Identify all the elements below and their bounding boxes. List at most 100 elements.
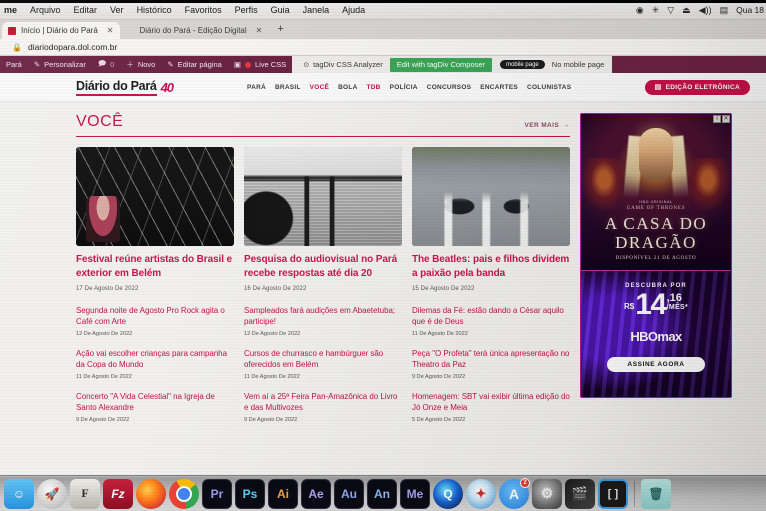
dock-icon-filezilla[interactable]: Fz: [103, 478, 133, 509]
menu-item-ajuda[interactable]: Ajuda: [342, 5, 365, 15]
tab-close-icon[interactable]: ✕: [107, 26, 114, 35]
list-item-title: Cursos de churrasco e hambúrguer são ofe…: [244, 349, 384, 369]
browser-tab-1[interactable]: Início | Diário do Pará ✕: [2, 22, 121, 39]
article-thumbnail[interactable]: [76, 147, 234, 246]
record-icon[interactable]: ◉: [636, 5, 644, 15]
nav-item-bola[interactable]: BOLA: [338, 84, 357, 91]
list-item[interactable]: Homenagem: SBT vai exibir última edição …: [412, 391, 570, 423]
nav-item-voce[interactable]: VOCÊ: [310, 84, 329, 91]
dock-icon-animate[interactable]: An: [367, 478, 397, 509]
dock-icon-audition[interactable]: Au: [334, 478, 364, 509]
nav-item-colunistas[interactable]: COLUNISTAS: [527, 84, 571, 91]
menu-item-ver[interactable]: Ver: [110, 5, 124, 15]
dock-icon-final-cut-pro[interactable]: 🎬: [565, 478, 595, 509]
nav-item-concursos[interactable]: CONCURSOS: [427, 84, 472, 91]
admin-bar-site-name[interactable]: Pará: [0, 56, 28, 73]
hbo-max-advertisement[interactable]: i ✕ HBO ORIGINAL GAME OF THRONES A CASA …: [580, 113, 732, 398]
menu-item-editar[interactable]: Editar: [74, 5, 98, 15]
ad-price-main: 14: [635, 288, 667, 321]
gear-icon: ⊙: [303, 61, 310, 69]
dock-icon-app-store[interactable]: A 2: [499, 477, 530, 509]
admin-bar-customize[interactable]: ✎ Personalizar: [28, 56, 92, 73]
bluetooth-icon[interactable]: ✳: [652, 5, 660, 15]
edicao-eletronica-button[interactable]: ▤ EDIÇÃO ELETRÔNICA: [644, 79, 750, 95]
admin-bar-comments[interactable]: 🗩 0: [92, 56, 121, 73]
admin-bar-edit-page[interactable]: ✎ Editar página: [161, 56, 228, 73]
menu-item-favoritos[interactable]: Favoritos: [185, 5, 222, 15]
new-tab-button[interactable]: +: [269, 21, 289, 39]
dock-icon-finder[interactable]: ☺: [4, 478, 34, 509]
eject-icon[interactable]: ⏏: [682, 5, 691, 15]
info-icon[interactable]: i: [713, 115, 721, 123]
featured-card-1-title: Festival reúne artistas do Brasil e exte…: [76, 254, 233, 279]
newspaper-icon: ▤: [654, 84, 662, 91]
nav-item-para[interactable]: PARÁ: [247, 84, 266, 91]
menu-item-arquivo[interactable]: Arquivo: [30, 5, 61, 15]
list-item-date: 9 De Agosto De 2022: [412, 374, 466, 380]
dock-icon-quark[interactable]: Q: [433, 478, 463, 509]
nav-item-brasil[interactable]: BRASIL: [275, 84, 301, 91]
article-thumbnail[interactable]: [412, 147, 570, 246]
close-icon[interactable]: ✕: [722, 115, 730, 123]
article-thumbnail[interactable]: [244, 147, 402, 246]
list-item[interactable]: Cursos de churrasco e hambúrguer são ofe…: [244, 348, 402, 380]
dock-icon-illustrator[interactable]: Ai: [268, 478, 298, 509]
list-item[interactable]: Vem aí a 25ª Feira Pan-Amazônica do Livr…: [244, 391, 402, 423]
featured-card-2[interactable]: Pesquisa do audiovisual no Pará recebe r…: [244, 147, 402, 292]
nav-item-policia[interactable]: POLÍCIA: [390, 84, 418, 91]
menu-item-historico[interactable]: Histórico: [137, 5, 172, 15]
menu-item-janela[interactable]: Janela: [303, 5, 330, 15]
list-item[interactable]: Peça "O Profeta" terá única apresentação…: [412, 348, 570, 380]
menu-item-guia[interactable]: Guia: [271, 5, 290, 15]
see-more-link[interactable]: VER MAIS →: [524, 122, 570, 131]
list-item[interactable]: Ação vai escolher crianças para campanha…: [76, 348, 234, 380]
pencil-icon: ✎: [33, 60, 41, 69]
wifi-icon[interactable]: ▽: [667, 5, 674, 15]
dock-icon-font-book[interactable]: F: [70, 478, 100, 509]
rocket-icon: 🚀: [44, 486, 60, 501]
dock-icon-launchpad[interactable]: 🚀: [37, 478, 67, 509]
tab-close-icon[interactable]: ✕: [256, 26, 263, 35]
list-item[interactable]: Concerto "A Vida Celestial" na Igreja de…: [76, 391, 234, 423]
featured-card-1[interactable]: Festival reúne artistas do Brasil e exte…: [76, 147, 234, 292]
featured-card-2-title: Pesquisa do audiovisual no Pará recebe r…: [244, 254, 398, 279]
list-item-title: Ação vai escolher crianças para campanha…: [76, 349, 227, 369]
dock-icon-photoshop[interactable]: Ps: [235, 478, 265, 509]
dock-icon-media-encoder[interactable]: Me: [400, 478, 430, 509]
dock-icon-firefox[interactable]: [136, 478, 166, 509]
list-item[interactable]: Dilemas da Fé: estão dando a César aquil…: [412, 305, 570, 337]
app-store-icon: A: [508, 485, 520, 502]
admin-bar-new[interactable]: ＋ Novo: [120, 56, 161, 73]
site-logo[interactable]: Diário do Pará 40: [76, 79, 174, 96]
list-item-date: 11 De Agosto De 2022: [244, 374, 300, 380]
volume-icon[interactable]: ◀)): [699, 5, 712, 15]
dock-icon-system-preferences[interactable]: ⚙: [532, 478, 562, 509]
menu-app-name[interactable]: me: [4, 5, 17, 15]
dock-icon-google-chrome[interactable]: [169, 478, 199, 509]
input-source-icon[interactable]: ▤: [720, 5, 729, 15]
macos-menu-bar: me Arquivo Editar Ver Histórico Favorito…: [0, 0, 766, 20]
dock-icon-premiere-pro[interactable]: Pr: [202, 478, 232, 509]
featured-card-3[interactable]: The Beatles: pais e filhos dividem a pai…: [412, 147, 570, 292]
tagdiv-composer-button[interactable]: Edit with tagDiv Composer: [389, 57, 493, 72]
list-item[interactable]: Sampleados fará audições em Abaetetuba; …: [244, 305, 402, 337]
menu-bar-clock[interactable]: Qua 18: [736, 5, 764, 15]
dock-icon-safari[interactable]: ✦: [466, 478, 496, 509]
ad-price-cents: ,16: [666, 292, 682, 304]
browser-address-bar[interactable]: 🔒 diariodopara.dol.com.br: [0, 39, 766, 56]
admin-bar-live-css[interactable]: ▣ Live CSS: [228, 56, 292, 73]
section-title: VOCÊ: [76, 113, 124, 130]
mobile-page-pill[interactable]: mobile page: [500, 60, 545, 69]
plus-icon: ＋: [126, 60, 134, 69]
tagdiv-css-analyzer-button[interactable]: ⊙ tagDiv CSS Analyzer: [296, 60, 390, 69]
menu-item-perfis[interactable]: Perfis: [235, 5, 258, 15]
ad-price-period: /MÊS*: [666, 304, 688, 311]
dock-icon-brackets[interactable]: [ ]: [598, 478, 628, 509]
ad-subscribe-button[interactable]: ASSINE AGORA: [607, 357, 705, 372]
nav-item-tdb[interactable]: TDB: [367, 84, 381, 91]
dock-icon-trash[interactable]: 🗑: [641, 478, 671, 509]
browser-tab-2[interactable]: Diário do Pará - Edição Digital ✕: [120, 22, 270, 39]
dock-icon-after-effects[interactable]: Ae: [301, 478, 331, 509]
nav-item-encartes[interactable]: ENCARTES: [480, 84, 518, 91]
list-item[interactable]: Segunda noite de Agosto Pro Rock agita o…: [76, 305, 234, 337]
